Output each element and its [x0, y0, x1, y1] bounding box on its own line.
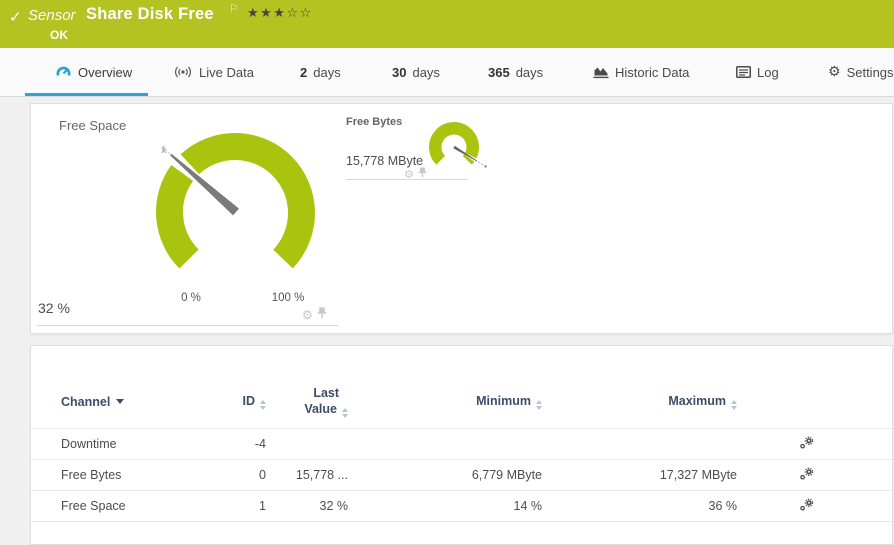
tab-historic-data[interactable]: Historic Data	[593, 48, 689, 96]
channel-settings-gears-icon[interactable]	[799, 439, 814, 453]
channel-name-cell: Downtime	[31, 429, 191, 460]
tab-label: days	[412, 65, 439, 80]
tab-30-days[interactable]: 30 days	[392, 48, 440, 96]
pin-icon[interactable]	[418, 165, 427, 183]
tab-number: 365	[488, 65, 510, 80]
table-row-free-bytes[interactable]: Free Bytes 0 15,778 ... 6,779 MByte 17,3…	[31, 460, 892, 491]
channel-name-cell: Free Space	[31, 491, 191, 522]
tab-overview[interactable]: Overview	[55, 48, 132, 96]
log-icon	[736, 66, 751, 78]
maximum-cell: 17,327 MByte	[542, 460, 737, 491]
active-tab-underline	[25, 93, 148, 96]
average-marker: x̄	[161, 146, 167, 156]
free-space-gauge: x̄	[120, 112, 352, 285]
sort-icon	[731, 400, 737, 410]
maximum-cell: 36 %	[542, 491, 737, 522]
tab-number: 30	[392, 65, 406, 80]
free-bytes-cell-actions: ⚙	[404, 165, 427, 183]
gauge-icon	[55, 65, 72, 80]
gauge-max-label: 100 %	[262, 292, 314, 304]
column-header-last-value[interactable]: Last Value	[266, 376, 348, 429]
tab-number: 2	[300, 65, 307, 80]
channel-id-cell: 1	[191, 491, 266, 522]
priority-stars[interactable]: ★★★☆☆	[247, 6, 313, 21]
free-space-gauge-title: Free Space	[59, 118, 126, 133]
live-data-icon	[173, 65, 193, 79]
sensor-status-badge: OK	[50, 28, 68, 42]
tab-label: Overview	[78, 65, 132, 80]
object-type-label: Sensor	[28, 7, 76, 24]
channel-settings-gears-icon[interactable]	[799, 501, 814, 515]
channel-id-cell: 0	[191, 460, 266, 491]
sensor-header-bar: ✓ Sensor Share Disk Free ⚐ ★★★☆☆ OK	[0, 0, 894, 48]
tab-label: Historic Data	[615, 65, 689, 80]
channels-table: Channel ID Last Value Minimum Maximum	[31, 376, 892, 522]
gear-icon[interactable]: ⚙	[302, 309, 313, 321]
tab-live-data[interactable]: Live Data	[173, 48, 254, 96]
maximum-cell	[542, 429, 737, 460]
tab-label: days	[516, 65, 543, 80]
sort-desc-icon	[116, 399, 124, 404]
channel-id-cell: -4	[191, 429, 266, 460]
channel-settings-cell	[737, 429, 821, 460]
column-header-channel[interactable]: Channel	[31, 376, 191, 429]
table-row-downtime[interactable]: Downtime -4	[31, 429, 892, 460]
column-header-maximum[interactable]: Maximum	[542, 376, 737, 429]
channel-settings-cell	[737, 491, 821, 522]
free-space-cell-actions: ⚙	[302, 306, 327, 324]
free-bytes-gauge-title: Free Bytes	[346, 116, 402, 128]
sort-icon	[342, 408, 348, 418]
flag-icon[interactable]: ⚐	[229, 2, 239, 15]
last-value-cell	[266, 429, 348, 460]
gear-icon[interactable]: ⚙	[404, 169, 414, 180]
tab-365-days[interactable]: 365 days	[488, 48, 543, 96]
sort-icon	[536, 400, 542, 410]
table-row-free-space[interactable]: Free Space 1 32 % 14 % 36 %	[31, 491, 892, 522]
last-value-cell: 32 %	[266, 491, 348, 522]
last-value-cell: 15,778 ...	[266, 460, 348, 491]
channel-settings-gears-icon[interactable]	[799, 470, 814, 484]
area-chart-icon	[593, 65, 609, 79]
minimum-cell: 6,779 MByte	[348, 460, 542, 491]
free-bytes-cell-divider	[346, 179, 468, 180]
free-space-current-value: 32 %	[38, 300, 70, 316]
table-header-row: Channel ID Last Value Minimum Maximum	[31, 376, 892, 429]
channel-settings-cell	[737, 460, 821, 491]
sort-icon	[260, 400, 266, 410]
sensor-title: Share Disk Free	[86, 5, 214, 24]
gear-icon: ⚙	[828, 65, 841, 79]
tab-label: Settings	[847, 65, 894, 80]
tab-2-days[interactable]: 2 days	[300, 48, 341, 96]
tab-label: days	[313, 65, 340, 80]
minimum-cell: 14 %	[348, 491, 542, 522]
minimum-cell	[348, 429, 542, 460]
pin-icon[interactable]	[317, 306, 327, 324]
channel-name-cell: Free Bytes	[31, 460, 191, 491]
channels-table-panel: Channel ID Last Value Minimum Maximum	[30, 345, 893, 545]
column-header-filler	[821, 376, 892, 429]
gauge-min-label: 0 %	[166, 292, 216, 304]
status-check-icon: ✓	[9, 8, 22, 26]
tab-bar: Overview Live Data 2 days 30 days 365 da…	[0, 48, 894, 97]
tab-label: Log	[757, 65, 779, 80]
tab-log[interactable]: Log	[736, 48, 779, 96]
tab-settings[interactable]: ⚙ Settings	[828, 48, 894, 96]
tab-label: Live Data	[199, 65, 254, 80]
free-space-cell-divider	[37, 325, 338, 326]
column-header-id[interactable]: ID	[191, 376, 266, 429]
overview-gauges-panel: Free Space x̄ 0 % 100 % 32 % ⚙	[30, 103, 893, 334]
column-header-minimum[interactable]: Minimum	[348, 376, 542, 429]
column-header-actions	[737, 376, 821, 429]
